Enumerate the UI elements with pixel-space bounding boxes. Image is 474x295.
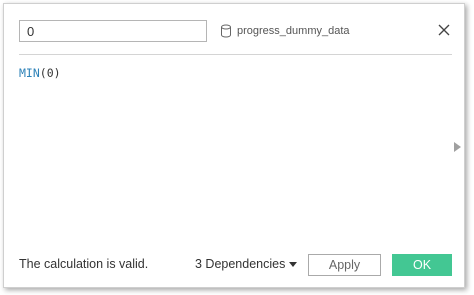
- formula-arguments: (0): [39, 66, 61, 80]
- database-icon: [220, 24, 232, 38]
- dependencies-label: 3 Dependencies: [195, 257, 286, 271]
- calculation-editor-dialog: progress_dummy_data MIN(0) The calculati…: [3, 3, 465, 288]
- formula-editor[interactable]: MIN(0): [19, 66, 61, 80]
- formula-function: MIN: [19, 66, 40, 80]
- close-icon: [438, 24, 450, 36]
- apply-button[interactable]: Apply: [308, 254, 381, 276]
- triangle-right-icon[interactable]: [454, 142, 462, 152]
- header-divider: [19, 54, 452, 55]
- validation-status: The calculation is valid.: [19, 257, 149, 271]
- datasource-name: progress_dummy_data: [237, 25, 350, 37]
- calculation-name-input[interactable]: [19, 20, 207, 42]
- caret-down-icon: [289, 261, 298, 267]
- close-button[interactable]: [436, 22, 452, 38]
- ok-button[interactable]: OK: [392, 254, 452, 276]
- datasource-label: progress_dummy_data: [220, 23, 350, 39]
- dependencies-dropdown[interactable]: 3 Dependencies: [195, 257, 298, 271]
